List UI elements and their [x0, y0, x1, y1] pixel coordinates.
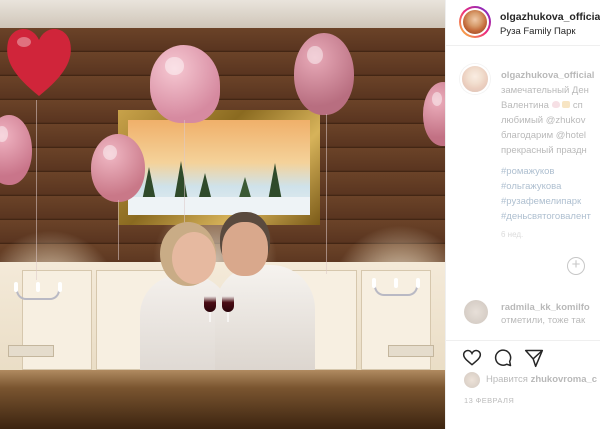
heart-emoji-icon	[551, 101, 560, 108]
wine-glass-stem	[227, 312, 229, 322]
caption-line: благодарим @hotel	[501, 130, 587, 141]
red-heart-balloon	[7, 28, 71, 96]
pink-heart-balloon	[150, 45, 220, 123]
wall-sconce-left	[8, 282, 68, 304]
pink-balloon-right	[294, 33, 354, 115]
caption-text: olgazhukova_official замечательный Ден В…	[501, 68, 600, 158]
likes-text: Нравится zhukovroma_c	[486, 374, 598, 385]
liker-username-link[interactable]: zhukovroma_c	[531, 374, 598, 385]
location-link[interactable]: Руза Family Парк	[500, 26, 576, 37]
pink-balloon-center-left	[91, 134, 145, 202]
comment-body: отметили, тоже так	[501, 315, 586, 326]
caption-timestamp[interactable]: 6 нед.	[501, 230, 523, 239]
wine-glass-left	[204, 296, 216, 312]
couple-emoji-icon	[562, 101, 571, 108]
wall-sconce-right	[366, 278, 426, 300]
load-more-comments-button[interactable]: +	[567, 257, 585, 275]
man-in-robe	[215, 265, 315, 380]
commenter-username-link[interactable]: radmila_kk_komilfo	[501, 302, 590, 313]
like-heart-icon[interactable]	[462, 348, 482, 368]
balloon-string	[118, 200, 119, 260]
wall-outlet-right	[388, 345, 434, 357]
hashtag-link[interactable]: #деньсвятоговалент	[501, 209, 600, 224]
likes-summary: Нравится zhukovroma_c	[446, 370, 600, 392]
post-sidebar: olgazhukova_official Руза Family Парк ol…	[445, 0, 600, 429]
caption-username-link[interactable]: olgazhukova_official	[501, 70, 594, 81]
hashtag-link[interactable]: #рузафемелипарк	[501, 194, 600, 209]
post-actions	[446, 340, 600, 372]
author-avatar[interactable]	[459, 6, 491, 38]
share-paper-plane-icon[interactable]	[524, 348, 544, 368]
comment-item: radmila_kk_komilfo отметили, тоже так	[446, 296, 600, 336]
balloon-string	[326, 114, 327, 274]
bed	[0, 370, 445, 429]
author-username-link[interactable]: olgazhukova_official	[500, 11, 600, 23]
man-head	[222, 222, 268, 276]
instagram-post-view: olgazhukova_official Руза Family Парк ol…	[0, 0, 600, 429]
caption-line: любимый @zhukov	[501, 115, 586, 126]
post-caption: olgazhukova_official замечательный Ден В…	[446, 56, 600, 246]
caption-line: прекрасный праздн	[501, 145, 587, 156]
liker-avatar[interactable]	[464, 372, 480, 388]
hashtag-link[interactable]: #ромажуков	[501, 164, 600, 179]
comment-bubble-icon[interactable]	[493, 348, 513, 368]
wall-outlet-left	[8, 345, 54, 357]
hashtag-list: #ромажуков #ольгажукова #рузафемелипарк …	[501, 164, 600, 224]
comment-text: radmila_kk_komilfo отметили, тоже так	[501, 301, 600, 327]
post-header: olgazhukova_official Руза Family Парк	[446, 0, 600, 46]
winter-landscape-painting	[118, 110, 320, 225]
hashtag-link[interactable]: #ольгажукова	[501, 179, 600, 194]
wine-glass-right	[222, 296, 234, 312]
wine-glass-stem	[209, 312, 211, 322]
caption-author-avatar[interactable]	[460, 64, 490, 94]
commenter-avatar[interactable]	[464, 300, 488, 324]
caption-line: замечательный Ден	[501, 85, 589, 96]
balloon-string	[36, 100, 37, 280]
caption-line: Валентина сп	[501, 100, 583, 111]
post-photo[interactable]	[0, 0, 445, 429]
post-date: 13 ФЕВРАЛЯ	[464, 396, 515, 405]
woman-head	[172, 232, 216, 284]
